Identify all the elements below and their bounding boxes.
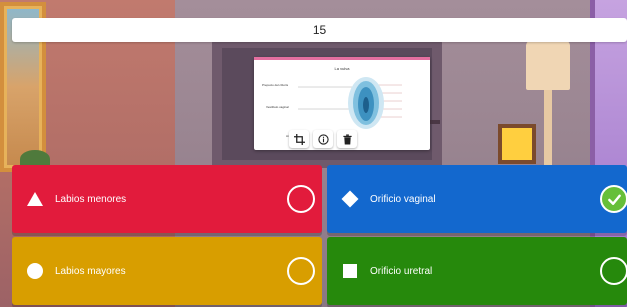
answer-radio-checked[interactable] <box>600 185 627 213</box>
triangle-icon <box>26 190 44 208</box>
lamp-shade <box>526 40 570 90</box>
crop-button[interactable] <box>289 130 309 148</box>
info-icon <box>317 133 329 145</box>
crop-icon <box>293 133 305 145</box>
answer-option-red[interactable]: Labios menores <box>12 165 322 233</box>
answer-label: Labios mayores <box>55 265 126 277</box>
answer-option-blue[interactable]: Orificio vaginal <box>327 165 627 233</box>
lamp-pole <box>544 90 552 170</box>
info-button[interactable] <box>313 130 333 148</box>
image-label: Prepucio del clítoris <box>262 83 289 87</box>
question-text: 15 <box>312 23 327 37</box>
answer-option-yellow[interactable]: Labios mayores <box>12 237 322 305</box>
question-bar: 15 <box>12 18 627 42</box>
image-label: Vestíbulo vaginal <box>266 105 289 109</box>
image-toolbar <box>286 128 360 150</box>
picture-frame-right <box>498 124 536 164</box>
checkmark-icon <box>607 194 621 205</box>
answer-radio[interactable] <box>287 185 315 213</box>
answer-label: Orificio uretral <box>370 265 433 277</box>
trash-icon <box>342 133 352 145</box>
image-title: La vulva <box>334 66 350 71</box>
answer-label: Orificio vaginal <box>370 193 436 205</box>
answer-radio[interactable] <box>600 257 627 285</box>
answer-label: Labios menores <box>55 193 127 205</box>
square-icon <box>341 262 359 280</box>
diagram-core <box>363 97 369 113</box>
anatomy-diagram <box>298 77 402 129</box>
image-top-strip <box>254 57 430 60</box>
diamond-icon <box>341 190 359 208</box>
answer-radio[interactable] <box>287 257 315 285</box>
answer-option-green[interactable]: Orificio uretral <box>327 237 627 305</box>
circle-icon <box>26 262 44 280</box>
delete-button[interactable] <box>337 130 357 148</box>
